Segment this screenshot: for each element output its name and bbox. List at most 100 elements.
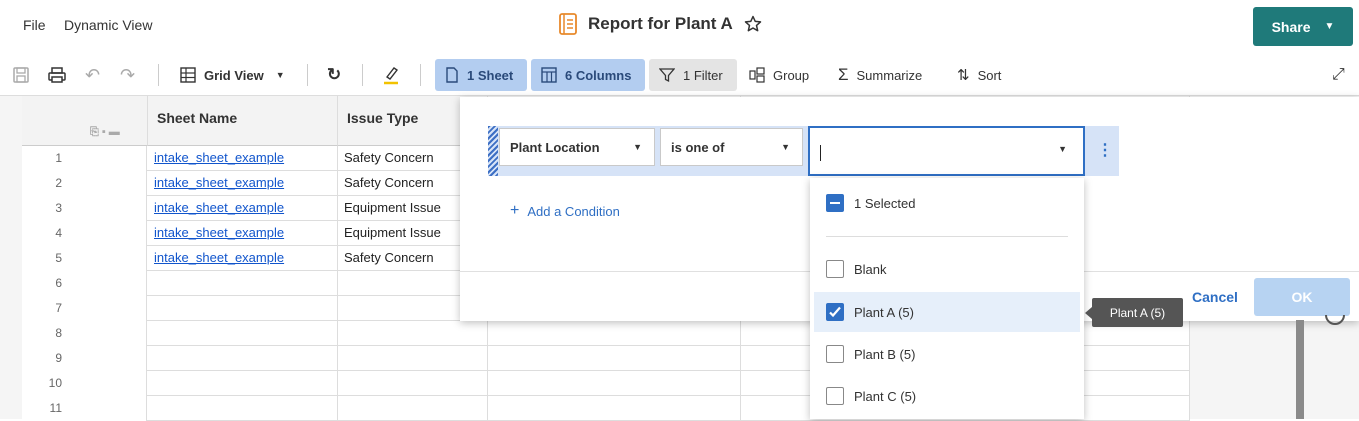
filter-option[interactable]: Plant A (5): [814, 292, 1080, 332]
checkbox-icon[interactable]: [826, 345, 844, 363]
value-select-input[interactable]: ▼: [808, 126, 1085, 176]
sheet-name-cell[interactable]: [148, 321, 338, 346]
row-number: 1: [22, 146, 147, 171]
option-tooltip: Plant A (5): [1092, 298, 1183, 327]
grid-icon: [180, 67, 196, 83]
checkbox-icon[interactable]: [826, 260, 844, 278]
sheet-name-cell[interactable]: intake_sheet_example: [148, 221, 338, 246]
issue-type-cell[interactable]: [338, 371, 488, 396]
sheet-name-cell[interactable]: [148, 396, 338, 421]
add-condition-label: Add a Condition: [527, 203, 620, 219]
ok-button[interactable]: OK: [1254, 278, 1350, 316]
issue-type-cell[interactable]: [338, 321, 488, 346]
cell[interactable]: [488, 396, 741, 421]
sheet-icon: [446, 67, 458, 83]
grid-view-label: Grid View: [204, 67, 264, 83]
star-icon[interactable]: [743, 14, 763, 34]
sheet-link[interactable]: intake_sheet_example: [154, 150, 284, 165]
drag-handle[interactable]: [488, 126, 498, 176]
sheet-name-cell[interactable]: intake_sheet_example: [148, 146, 338, 171]
checkbox-checked-icon[interactable]: [826, 303, 844, 321]
filter-button[interactable]: 1 Filter: [649, 59, 737, 91]
filter-option-label: Plant B (5): [854, 346, 916, 362]
row-number: 8: [22, 321, 147, 346]
refresh-icon[interactable]: ↻: [327, 59, 341, 91]
column-header-sheet-name[interactable]: Sheet Name: [148, 96, 338, 146]
field-select[interactable]: Plant Location ▼: [499, 128, 655, 166]
summarize-button[interactable]: Σ Summarize: [838, 59, 922, 91]
expand-icon[interactable]: ⤢: [1332, 59, 1345, 91]
row-number: 3: [22, 196, 147, 221]
sheet-name-cell[interactable]: [148, 371, 338, 396]
summarize-label: Summarize: [856, 67, 923, 83]
row-number: 10: [22, 371, 147, 396]
sheet-name-cell[interactable]: intake_sheet_example: [148, 246, 338, 271]
sheet-name-cell[interactable]: [148, 271, 338, 296]
row-header-corner: ⎘ ▪ ▬: [22, 96, 148, 146]
filter-option[interactable]: Plant B (5): [814, 334, 1080, 374]
more-options-icon[interactable]: ⋮: [1097, 140, 1113, 160]
group-label: Group: [773, 67, 810, 83]
select-all-toggle[interactable]: 1 Selected: [814, 183, 1080, 223]
row-number: 6: [22, 271, 147, 296]
issue-type-cell[interactable]: [338, 346, 488, 371]
field-select-value: Plant Location: [510, 139, 600, 155]
issue-type-cell[interactable]: [338, 396, 488, 421]
sheets-button[interactable]: 1 Sheet: [435, 59, 527, 91]
row-number: 4: [22, 221, 147, 246]
vertical-scrollbar[interactable]: [1296, 320, 1304, 419]
operator-select-value: is one of: [671, 139, 725, 155]
undo-icon[interactable]: ↶: [85, 59, 100, 91]
highlight-icon[interactable]: [382, 59, 400, 91]
cancel-button[interactable]: Cancel: [1192, 289, 1238, 305]
filter-option[interactable]: Blank: [814, 249, 1080, 289]
report-icon: [559, 13, 577, 35]
save-icon[interactable]: [12, 59, 30, 91]
print-icon[interactable]: [48, 59, 66, 91]
caret-down-icon: ▼: [633, 142, 642, 152]
columns-button[interactable]: 6 Columns: [531, 59, 645, 91]
row-number: 11: [22, 396, 147, 421]
filter-label: 1 Filter: [683, 67, 723, 83]
sheet-name-cell[interactable]: [148, 296, 338, 321]
sheet-name-cell[interactable]: [148, 346, 338, 371]
sheet-link[interactable]: intake_sheet_example: [154, 200, 284, 215]
toolbar: ↶ ↷ Grid View ▼ ↻ 1 Sheet 6 Columns 1 Fi…: [0, 56, 1359, 94]
page-title: Report for Plant A: [588, 14, 733, 33]
sheet-name-cell[interactable]: intake_sheet_example: [148, 171, 338, 196]
filter-option-label: Plant A (5): [854, 304, 914, 320]
filter-option[interactable]: Plant C (5): [814, 376, 1080, 416]
cell[interactable]: [488, 321, 741, 346]
chevron-down-icon: ▼: [1324, 21, 1335, 32]
row-number: 2: [22, 171, 147, 196]
add-condition-button[interactable]: + Add a Condition: [510, 202, 620, 220]
row-number: 7: [22, 296, 147, 321]
caret-down-icon: ▼: [781, 142, 790, 152]
sheet-link[interactable]: intake_sheet_example: [154, 250, 284, 265]
sort-button[interactable]: ⇅ Sort: [957, 59, 1001, 91]
columns-icon: [541, 67, 557, 83]
plus-icon: +: [510, 202, 520, 219]
share-label: Share: [1271, 18, 1311, 35]
cell[interactable]: [488, 371, 741, 396]
grid-view-dropdown[interactable]: Grid View ▼: [180, 59, 285, 91]
sort-label: Sort: [977, 67, 1002, 83]
title-area: Report for Plant A: [558, 13, 763, 35]
operator-select[interactable]: is one of ▼: [660, 128, 803, 166]
caret-down-icon: ▼: [275, 70, 285, 80]
dynamic-view-menu[interactable]: Dynamic View: [64, 17, 152, 33]
sigma-icon: Σ: [838, 65, 849, 84]
group-button[interactable]: Group: [749, 59, 809, 91]
sheet-name-cell[interactable]: intake_sheet_example: [148, 196, 338, 221]
columns-label: 6 Columns: [565, 67, 632, 83]
redo-icon[interactable]: ↷: [120, 59, 135, 91]
cell[interactable]: [488, 346, 741, 371]
share-button[interactable]: Share ▼: [1253, 7, 1353, 46]
file-menu[interactable]: File: [23, 17, 46, 33]
row-number: 5: [22, 246, 147, 271]
indeterminate-checkbox-icon: [826, 194, 844, 212]
checkbox-icon[interactable]: [826, 387, 844, 405]
sort-icon: ⇅: [957, 67, 970, 84]
sheet-link[interactable]: intake_sheet_example: [154, 175, 284, 190]
sheet-link[interactable]: intake_sheet_example: [154, 225, 284, 240]
